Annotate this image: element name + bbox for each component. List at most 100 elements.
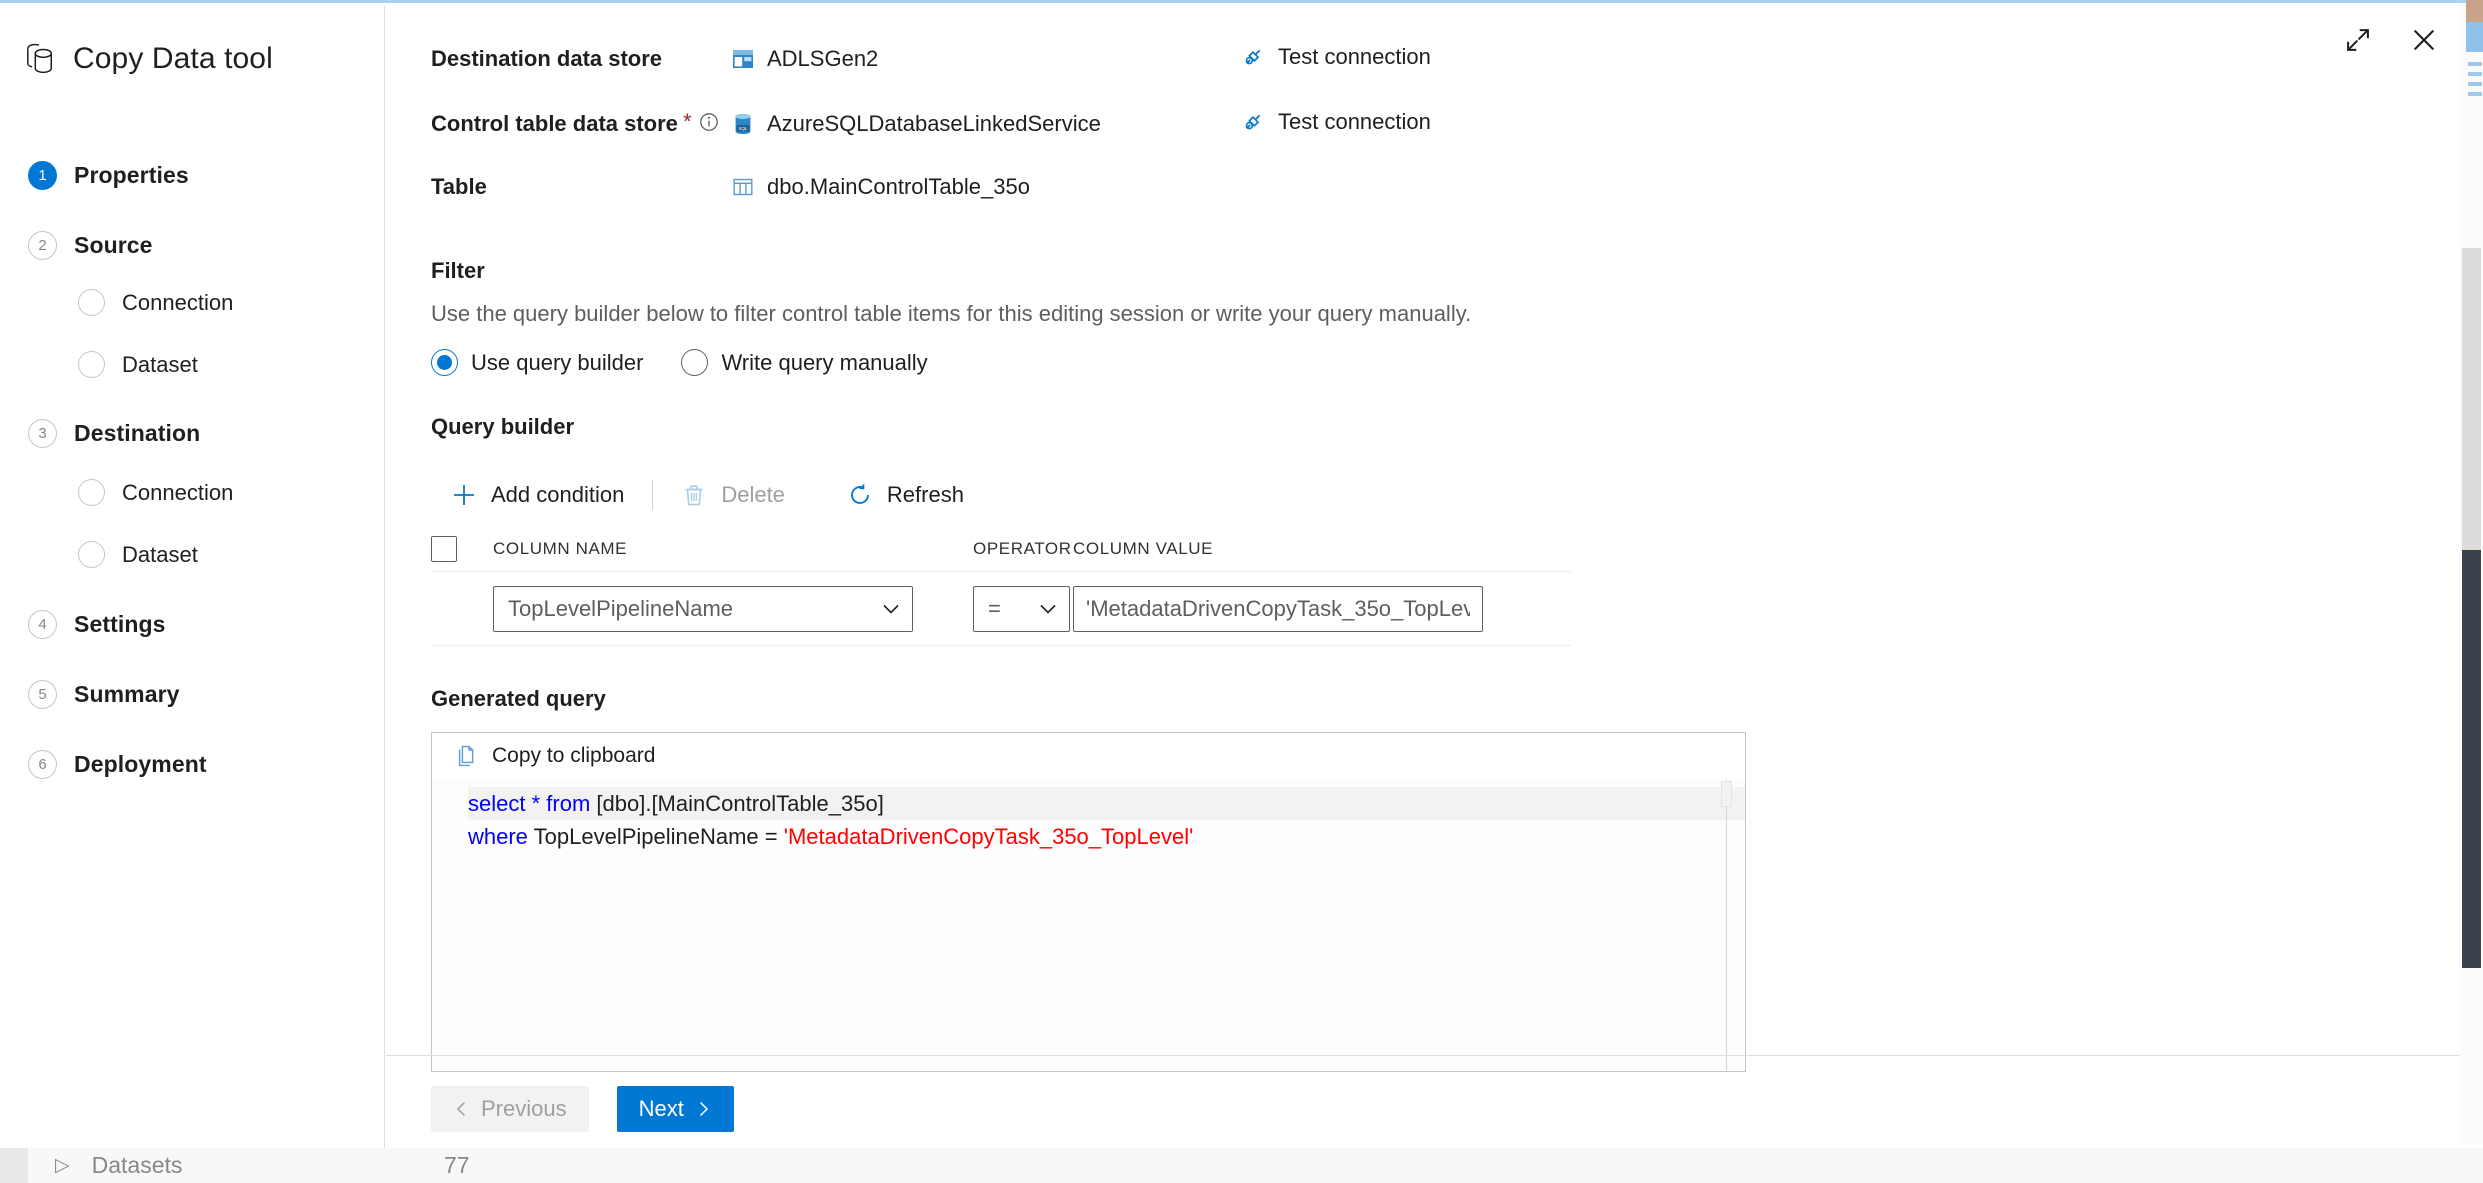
substep-label: Dataset xyxy=(122,541,198,567)
column-header-column-name: COLUMN NAME xyxy=(493,538,628,558)
substep-label: Dataset xyxy=(122,351,198,377)
operator-value: = xyxy=(988,595,1001,621)
required-asterisk: * xyxy=(683,109,692,134)
wizard-footer: Previous Next xyxy=(431,1086,734,1132)
field-value: ADLSGen2 xyxy=(767,46,879,71)
chevron-left-icon xyxy=(453,1100,471,1118)
background-bottom-strip xyxy=(0,1148,2483,1183)
control-table-data-store-value: SQL AzureSQLDatabaseLinkedService xyxy=(731,109,1241,139)
table-row[interactable]: TopLevelPipelineName = 'MetadataDrivenCo… xyxy=(431,572,1571,646)
form-row-control-table-data-store: Control table data store * SQL AzureSQLD… xyxy=(431,109,2391,172)
substep-radio-icon xyxy=(78,479,105,506)
column-name-value: TopLevelPipelineName xyxy=(508,595,734,621)
background-avatar xyxy=(2466,0,2483,22)
blade-content: Destination data store ADLSGen2 Test con… xyxy=(386,6,2460,1148)
step-badge-4: 4 xyxy=(28,610,57,639)
generated-query-heading: Generated query xyxy=(431,686,606,711)
chevron-down-icon xyxy=(880,598,902,620)
select-all-checkbox[interactable] xyxy=(431,535,457,562)
copy-icon xyxy=(454,744,478,768)
column-name-dropdown[interactable]: TopLevelPipelineName xyxy=(493,585,913,632)
sidebar-step-label: Deployment xyxy=(74,751,207,777)
step-badge-2: 2 xyxy=(28,231,57,260)
sidebar-substep-destination-connection[interactable]: Connection xyxy=(78,479,233,506)
background-datasets-row[interactable]: ▷ Datasets xyxy=(55,1152,182,1179)
chevron-right-icon xyxy=(694,1100,712,1118)
plus-icon xyxy=(451,482,477,508)
sidebar-substep-source-dataset[interactable]: Dataset xyxy=(78,351,198,378)
next-label: Next xyxy=(638,1096,684,1121)
substep-label: Connection xyxy=(122,289,234,315)
radio-selected-icon xyxy=(431,349,458,376)
step-badge-3: 3 xyxy=(28,419,57,448)
radio-write-query-manually[interactable]: Write query manually xyxy=(681,349,928,376)
add-condition-label: Add condition xyxy=(491,482,625,507)
radio-label: Use query builder xyxy=(471,349,644,375)
field-value: AzureSQLDatabaseLinkedService xyxy=(767,111,1101,136)
test-connection-label: Test connection xyxy=(1278,109,1431,134)
previous-button: Previous xyxy=(431,1086,589,1132)
tool-title-label: Copy Data tool xyxy=(73,42,273,75)
substep-radio-icon xyxy=(78,351,105,378)
column-header-column-value: COLUMN VALUE xyxy=(1073,538,1214,558)
generated-query-scrollbar-track[interactable] xyxy=(1726,779,1727,1071)
database-icon xyxy=(25,43,55,75)
required-slot xyxy=(683,172,731,174)
delete-label: Delete xyxy=(721,482,785,507)
tool-title: Copy Data tool xyxy=(25,42,273,76)
background-accent-block xyxy=(2466,22,2483,52)
sidebar-step-label: Source xyxy=(74,232,153,258)
sidebar-step-destination[interactable]: 3 Destination xyxy=(28,419,200,448)
cell-column-value: 'MetadataDrivenCopyTask_35o_TopLeve xyxy=(1073,585,1571,632)
datasets-count: 77 xyxy=(444,1152,470,1178)
operator-dropdown[interactable]: = xyxy=(973,585,1070,632)
table-icon xyxy=(731,175,755,199)
sidebar-substep-source-connection[interactable]: Connection xyxy=(78,289,233,316)
conditions-table: COLUMN NAME OPERATOR COLUMN VALUE TopLev… xyxy=(431,526,1571,646)
generated-query-scrollbar-thumb[interactable] xyxy=(1721,781,1732,807)
field-label: Destination data store xyxy=(431,46,663,71)
info-icon[interactable] xyxy=(698,111,720,133)
filter-section: Filter Use the query builder below to fi… xyxy=(431,258,2391,1072)
cell-column-name: TopLevelPipelineName xyxy=(493,585,973,632)
azure-sql-database-icon: SQL xyxy=(731,112,755,136)
generated-query-line: where TopLevelPipelineName = 'MetadataDr… xyxy=(468,824,1194,849)
sidebar-step-properties[interactable]: 1 Properties xyxy=(28,161,189,190)
toolbar-divider xyxy=(652,480,654,510)
background-bottom-gutter xyxy=(0,1148,28,1183)
background-line xyxy=(2468,62,2482,66)
radio-use-query-builder[interactable]: Use query builder xyxy=(431,349,643,376)
generated-query-code[interactable]: select * from [dbo].[MainControlTable_35… xyxy=(432,779,1745,853)
required-slot xyxy=(683,44,731,46)
test-connection-control-table-link[interactable]: Test connection xyxy=(1241,109,1431,135)
conditions-table-header: COLUMN NAME OPERATOR COLUMN VALUE xyxy=(431,526,1571,572)
next-button[interactable]: Next xyxy=(616,1086,734,1132)
generated-query-line: select * from [dbo].[MainControlTable_35… xyxy=(468,787,1745,820)
query-mode-radio-group: Use query builder Write query manually xyxy=(431,349,2391,376)
substep-radio-icon xyxy=(78,289,105,316)
sidebar-step-settings[interactable]: 4 Settings xyxy=(28,610,166,639)
sidebar-step-source[interactable]: 2 Source xyxy=(28,231,153,260)
blade-scrollbar-thumb[interactable] xyxy=(2462,550,2481,968)
field-value: dbo.MainControlTable_35o xyxy=(767,174,1030,199)
sidebar-step-summary[interactable]: 5 Summary xyxy=(28,680,180,709)
copy-to-clipboard-button[interactable]: Copy to clipboard xyxy=(432,733,1745,779)
plug-connection-icon xyxy=(1241,45,1265,69)
blade-scrollbar-thumb-upper[interactable] xyxy=(2462,248,2481,550)
add-condition-button[interactable]: Add condition xyxy=(431,472,644,518)
background-line xyxy=(2468,72,2482,76)
column-value-input[interactable]: 'MetadataDrivenCopyTask_35o_TopLeve xyxy=(1073,585,1483,632)
refresh-button[interactable]: Refresh xyxy=(827,472,984,518)
chevron-right-icon[interactable]: ▷ xyxy=(55,1156,70,1175)
column-header-operator: OPERATOR xyxy=(973,538,1072,558)
test-connection-destination-link[interactable]: Test connection xyxy=(1241,44,1431,70)
sidebar-step-label: Summary xyxy=(74,681,180,707)
column-value-text: 'MetadataDrivenCopyTask_35o_TopLeve xyxy=(1086,595,1470,621)
sidebar-substep-destination-dataset[interactable]: Dataset xyxy=(78,541,198,568)
trash-icon xyxy=(681,482,707,508)
step-badge-1: 1 xyxy=(28,161,57,190)
sidebar-step-deployment[interactable]: 6 Deployment xyxy=(28,750,207,779)
generated-query-box: Copy to clipboard select * from [dbo].[M… xyxy=(431,732,1746,1072)
form-row-table: Table dbo.MainControlTable_35o xyxy=(431,172,2391,224)
close-icon[interactable] xyxy=(2410,26,2438,54)
